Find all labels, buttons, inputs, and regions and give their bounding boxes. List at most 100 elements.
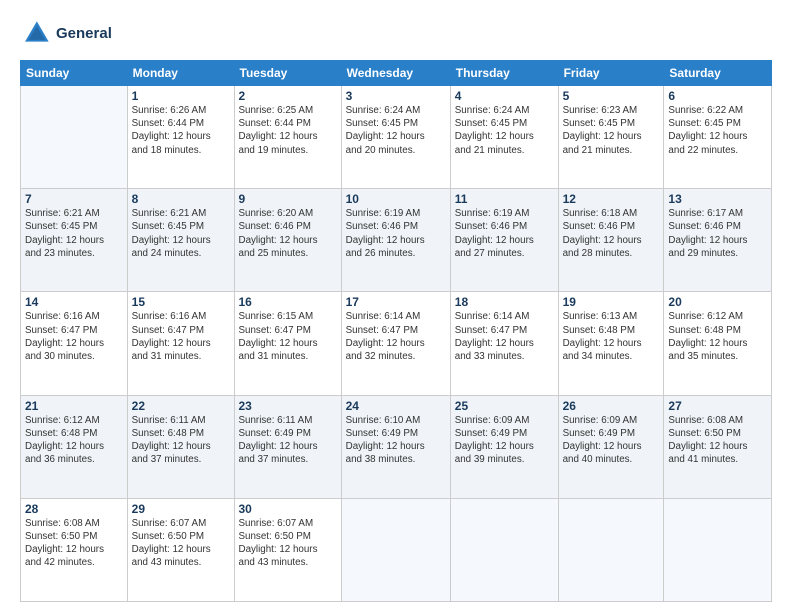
logo: General <box>20 18 112 50</box>
calendar-week-3: 14Sunrise: 6:16 AM Sunset: 6:47 PM Dayli… <box>21 292 772 395</box>
day-info: Sunrise: 6:13 AM Sunset: 6:48 PM Dayligh… <box>563 310 660 363</box>
header: General <box>20 18 772 50</box>
day-number: 1 <box>132 89 230 103</box>
day-info: Sunrise: 6:22 AM Sunset: 6:45 PM Dayligh… <box>668 104 767 157</box>
calendar-day-10: 10Sunrise: 6:19 AM Sunset: 6:46 PM Dayli… <box>341 189 450 292</box>
day-number: 25 <box>455 399 554 413</box>
calendar-header-tuesday: Tuesday <box>234 61 341 86</box>
calendar-day-3: 3Sunrise: 6:24 AM Sunset: 6:45 PM Daylig… <box>341 86 450 189</box>
calendar-day-29: 29Sunrise: 6:07 AM Sunset: 6:50 PM Dayli… <box>127 498 234 601</box>
day-number: 30 <box>239 502 337 516</box>
day-info: Sunrise: 6:21 AM Sunset: 6:45 PM Dayligh… <box>25 207 123 260</box>
day-info: Sunrise: 6:17 AM Sunset: 6:46 PM Dayligh… <box>668 207 767 260</box>
calendar-header-monday: Monday <box>127 61 234 86</box>
page: General SundayMondayTuesdayWednesdayThur… <box>0 0 792 612</box>
day-info: Sunrise: 6:09 AM Sunset: 6:49 PM Dayligh… <box>563 414 660 467</box>
day-info: Sunrise: 6:08 AM Sunset: 6:50 PM Dayligh… <box>25 517 123 570</box>
day-number: 24 <box>346 399 446 413</box>
day-info: Sunrise: 6:09 AM Sunset: 6:49 PM Dayligh… <box>455 414 554 467</box>
calendar-day-13: 13Sunrise: 6:17 AM Sunset: 6:46 PM Dayli… <box>664 189 772 292</box>
calendar-week-4: 21Sunrise: 6:12 AM Sunset: 6:48 PM Dayli… <box>21 395 772 498</box>
day-info: Sunrise: 6:08 AM Sunset: 6:50 PM Dayligh… <box>668 414 767 467</box>
day-info: Sunrise: 6:19 AM Sunset: 6:46 PM Dayligh… <box>346 207 446 260</box>
calendar-day-20: 20Sunrise: 6:12 AM Sunset: 6:48 PM Dayli… <box>664 292 772 395</box>
day-info: Sunrise: 6:14 AM Sunset: 6:47 PM Dayligh… <box>455 310 554 363</box>
day-info: Sunrise: 6:11 AM Sunset: 6:48 PM Dayligh… <box>132 414 230 467</box>
calendar-day-27: 27Sunrise: 6:08 AM Sunset: 6:50 PM Dayli… <box>664 395 772 498</box>
day-info: Sunrise: 6:25 AM Sunset: 6:44 PM Dayligh… <box>239 104 337 157</box>
calendar-day-6: 6Sunrise: 6:22 AM Sunset: 6:45 PM Daylig… <box>664 86 772 189</box>
calendar-day-11: 11Sunrise: 6:19 AM Sunset: 6:46 PM Dayli… <box>450 189 558 292</box>
day-info: Sunrise: 6:07 AM Sunset: 6:50 PM Dayligh… <box>132 517 230 570</box>
day-info: Sunrise: 6:19 AM Sunset: 6:46 PM Dayligh… <box>455 207 554 260</box>
day-info: Sunrise: 6:26 AM Sunset: 6:44 PM Dayligh… <box>132 104 230 157</box>
day-info: Sunrise: 6:07 AM Sunset: 6:50 PM Dayligh… <box>239 517 337 570</box>
calendar-header-row: SundayMondayTuesdayWednesdayThursdayFrid… <box>21 61 772 86</box>
day-number: 15 <box>132 295 230 309</box>
day-number: 6 <box>668 89 767 103</box>
day-number: 27 <box>668 399 767 413</box>
day-number: 2 <box>239 89 337 103</box>
calendar-day-28: 28Sunrise: 6:08 AM Sunset: 6:50 PM Dayli… <box>21 498 128 601</box>
calendar-week-1: 1Sunrise: 6:26 AM Sunset: 6:44 PM Daylig… <box>21 86 772 189</box>
day-number: 29 <box>132 502 230 516</box>
calendar-day-24: 24Sunrise: 6:10 AM Sunset: 6:49 PM Dayli… <box>341 395 450 498</box>
calendar-table: SundayMondayTuesdayWednesdayThursdayFrid… <box>20 60 772 602</box>
day-info: Sunrise: 6:15 AM Sunset: 6:47 PM Dayligh… <box>239 310 337 363</box>
calendar-day-15: 15Sunrise: 6:16 AM Sunset: 6:47 PM Dayli… <box>127 292 234 395</box>
day-info: Sunrise: 6:24 AM Sunset: 6:45 PM Dayligh… <box>455 104 554 157</box>
day-number: 13 <box>668 192 767 206</box>
calendar-empty-cell <box>450 498 558 601</box>
day-info: Sunrise: 6:24 AM Sunset: 6:45 PM Dayligh… <box>346 104 446 157</box>
calendar-day-23: 23Sunrise: 6:11 AM Sunset: 6:49 PM Dayli… <box>234 395 341 498</box>
day-number: 3 <box>346 89 446 103</box>
day-number: 8 <box>132 192 230 206</box>
calendar-header-wednesday: Wednesday <box>341 61 450 86</box>
day-number: 18 <box>455 295 554 309</box>
day-number: 16 <box>239 295 337 309</box>
day-number: 22 <box>132 399 230 413</box>
day-number: 5 <box>563 89 660 103</box>
day-number: 17 <box>346 295 446 309</box>
day-number: 7 <box>25 192 123 206</box>
calendar-day-8: 8Sunrise: 6:21 AM Sunset: 6:45 PM Daylig… <box>127 189 234 292</box>
calendar-empty-cell <box>558 498 664 601</box>
day-info: Sunrise: 6:11 AM Sunset: 6:49 PM Dayligh… <box>239 414 337 467</box>
calendar-day-22: 22Sunrise: 6:11 AM Sunset: 6:48 PM Dayli… <box>127 395 234 498</box>
logo-icon <box>20 18 52 50</box>
day-info: Sunrise: 6:18 AM Sunset: 6:46 PM Dayligh… <box>563 207 660 260</box>
logo-text: General <box>56 25 112 43</box>
calendar-day-14: 14Sunrise: 6:16 AM Sunset: 6:47 PM Dayli… <box>21 292 128 395</box>
calendar-empty-cell <box>664 498 772 601</box>
day-number: 26 <box>563 399 660 413</box>
calendar-day-16: 16Sunrise: 6:15 AM Sunset: 6:47 PM Dayli… <box>234 292 341 395</box>
day-number: 12 <box>563 192 660 206</box>
calendar-day-4: 4Sunrise: 6:24 AM Sunset: 6:45 PM Daylig… <box>450 86 558 189</box>
day-number: 28 <box>25 502 123 516</box>
calendar-header-thursday: Thursday <box>450 61 558 86</box>
day-info: Sunrise: 6:20 AM Sunset: 6:46 PM Dayligh… <box>239 207 337 260</box>
day-number: 20 <box>668 295 767 309</box>
calendar-week-2: 7Sunrise: 6:21 AM Sunset: 6:45 PM Daylig… <box>21 189 772 292</box>
day-info: Sunrise: 6:14 AM Sunset: 6:47 PM Dayligh… <box>346 310 446 363</box>
calendar-header-saturday: Saturday <box>664 61 772 86</box>
day-number: 23 <box>239 399 337 413</box>
day-info: Sunrise: 6:10 AM Sunset: 6:49 PM Dayligh… <box>346 414 446 467</box>
calendar-day-7: 7Sunrise: 6:21 AM Sunset: 6:45 PM Daylig… <box>21 189 128 292</box>
day-number: 4 <box>455 89 554 103</box>
calendar-day-30: 30Sunrise: 6:07 AM Sunset: 6:50 PM Dayli… <box>234 498 341 601</box>
day-number: 9 <box>239 192 337 206</box>
calendar-header-sunday: Sunday <box>21 61 128 86</box>
calendar-day-26: 26Sunrise: 6:09 AM Sunset: 6:49 PM Dayli… <box>558 395 664 498</box>
day-number: 19 <box>563 295 660 309</box>
day-info: Sunrise: 6:12 AM Sunset: 6:48 PM Dayligh… <box>25 414 123 467</box>
day-number: 21 <box>25 399 123 413</box>
calendar-day-17: 17Sunrise: 6:14 AM Sunset: 6:47 PM Dayli… <box>341 292 450 395</box>
day-info: Sunrise: 6:21 AM Sunset: 6:45 PM Dayligh… <box>132 207 230 260</box>
calendar-empty-cell <box>21 86 128 189</box>
calendar-day-12: 12Sunrise: 6:18 AM Sunset: 6:46 PM Dayli… <box>558 189 664 292</box>
calendar-day-21: 21Sunrise: 6:12 AM Sunset: 6:48 PM Dayli… <box>21 395 128 498</box>
day-number: 14 <box>25 295 123 309</box>
calendar-day-2: 2Sunrise: 6:25 AM Sunset: 6:44 PM Daylig… <box>234 86 341 189</box>
calendar-day-9: 9Sunrise: 6:20 AM Sunset: 6:46 PM Daylig… <box>234 189 341 292</box>
